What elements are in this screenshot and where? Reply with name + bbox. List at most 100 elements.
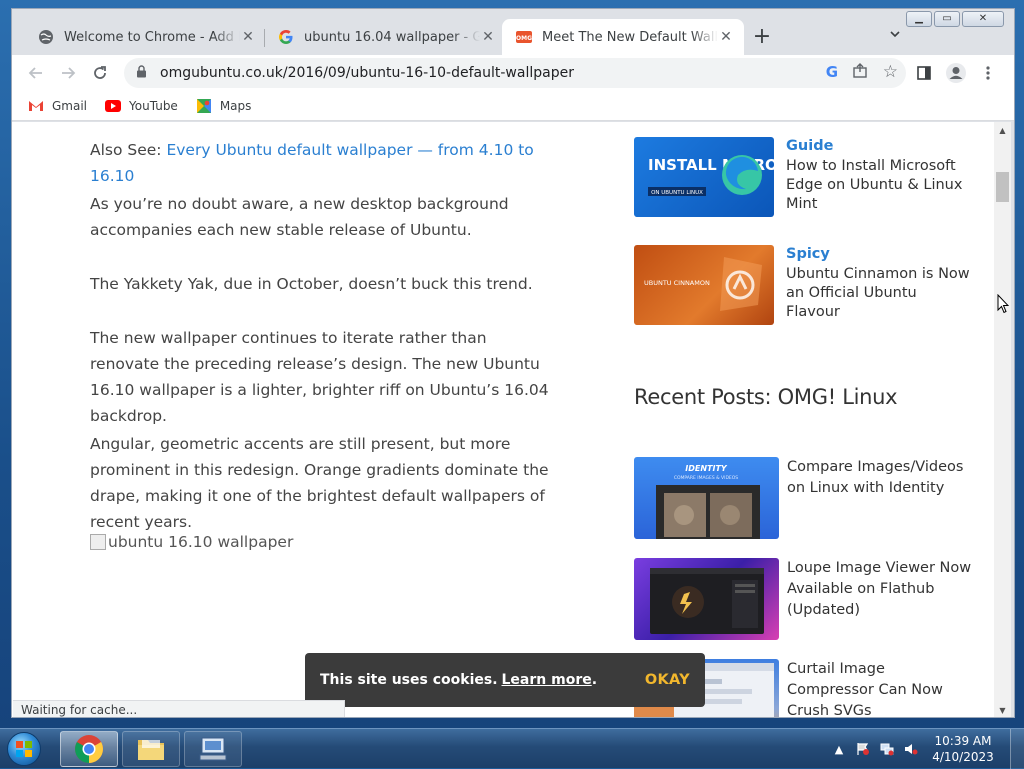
thumbnail-subtext: COMPARE IMAGES & VIDEOS	[674, 475, 738, 481]
tab-close-icon[interactable]: ✕	[480, 29, 496, 45]
clock[interactable]: 10:39 AM 4/10/2023	[926, 733, 1000, 765]
post-thumbnail[interactable]	[634, 558, 779, 640]
tab-strip: Welcome to Chrome - Add bookmarks ✕ ubun…	[12, 9, 1014, 55]
card-tag[interactable]: Guide	[786, 137, 974, 156]
remote-desktop-icon	[199, 737, 227, 761]
show-hidden-icons-arrow-icon[interactable]: ▲	[830, 741, 848, 757]
post-title[interactable]: Loupe Image Viewer Now Available on Flat…	[787, 558, 975, 621]
gmail-icon	[28, 99, 44, 113]
system-tray: ▲ 10:39 AM 4/10/2023	[830, 729, 1024, 769]
card-thumbnail[interactable]: INSTALL MICROSOFT EDGE ON UBUNTU LINUX	[634, 137, 774, 217]
maximize-button[interactable]: ▭	[934, 11, 960, 27]
broken-image-icon	[90, 534, 106, 550]
page-scrollbar[interactable]: ▲ ▼	[994, 122, 1011, 717]
svg-text:OMG: OMG	[516, 35, 532, 42]
tab-title: Welcome to Chrome - Add bookmarks	[64, 29, 240, 45]
tab-google-search[interactable]: ubuntu 16.04 wallpaper - Google Search ✕	[264, 19, 506, 55]
omg-favicon-icon: OMG	[516, 29, 532, 45]
youtube-icon	[105, 99, 122, 113]
learn-more-link[interactable]: Learn more	[502, 672, 592, 688]
card-text[interactable]: Spicy Ubuntu Cinnamon is Now an Official…	[786, 245, 974, 322]
thumbnail-text: UBUNTU CINNAMON	[644, 279, 710, 287]
network-icon[interactable]	[878, 741, 896, 757]
scroll-down-arrow-icon[interactable]: ▼	[994, 702, 1011, 717]
lock-icon[interactable]	[136, 65, 150, 81]
paragraph: The Yakkety Yak, due in October, doesn’t…	[90, 275, 533, 293]
back-arrow-icon[interactable]	[24, 61, 48, 85]
also-see-line: Also See: Every Ubuntu default wallpaper…	[90, 137, 560, 189]
paragraph: The new wallpaper continues to iterate r…	[90, 329, 549, 425]
desktop: Welcome to Chrome - Add bookmarks ✕ ubun…	[0, 0, 1024, 769]
card-tag[interactable]: Spicy	[786, 245, 974, 264]
new-tab-plus-icon[interactable]: +	[750, 26, 774, 50]
status-bubble: Waiting for cache...	[13, 700, 345, 717]
taskbar-remote-desktop-button[interactable]	[184, 731, 242, 767]
bookmark-label: YouTube	[129, 98, 178, 113]
volume-muted-icon[interactable]	[902, 741, 920, 757]
clock-time: 10:39 AM	[934, 734, 992, 748]
post-title[interactable]: Curtail Image Compressor Can Now Crush S…	[787, 659, 975, 717]
chrome-window: Welcome to Chrome - Add bookmarks ✕ ubun…	[11, 8, 1015, 718]
google-icon	[278, 29, 294, 45]
profile-avatar-icon[interactable]	[944, 61, 968, 85]
taskbar-chrome-button[interactable]	[60, 731, 118, 767]
also-see-prefix: Also See:	[90, 141, 162, 159]
tab-close-icon[interactable]: ✕	[718, 29, 734, 45]
forward-arrow-icon[interactable]	[56, 61, 80, 85]
maps-icon	[196, 98, 212, 113]
broken-image-alt: ubuntu 16.10 wallpaper	[108, 533, 294, 551]
tab-title: ubuntu 16.04 wallpaper - Google Search	[304, 29, 480, 45]
tab-title: Meet The New Default Wallpaper	[542, 29, 718, 45]
url-text: omgubuntu.co.uk/2016/09/ubuntu-16-10-def…	[160, 65, 574, 81]
mouse-cursor-icon	[997, 294, 1009, 314]
side-panel-icon[interactable]	[912, 61, 936, 85]
web-page: Also See: Every Ubuntu default wallpaper…	[12, 122, 994, 717]
bookmark-label: Maps	[219, 98, 252, 113]
tab-omgubuntu[interactable]: OMG Meet The New Default Wallpaper ✕	[502, 19, 744, 55]
globe-icon	[38, 29, 54, 45]
thumbnail-text: IDENTITY	[685, 464, 728, 473]
bookmark-star-icon[interactable]: ☆	[883, 62, 898, 82]
card-thumbnail[interactable]: UBUNTU CINNAMON	[634, 245, 774, 325]
address-bar[interactable]: omgubuntu.co.uk/2016/09/ubuntu-16-10-def…	[124, 58, 906, 88]
start-button[interactable]	[4, 730, 44, 768]
post-thumbnail[interactable]: IDENTITY COMPARE IMAGES & VIDEOS	[634, 457, 779, 539]
recent-posts-heading: Recent Posts: OMG! Linux	[634, 385, 898, 409]
google-lens-icon[interactable]: G	[826, 63, 838, 81]
taskbar: ▲ 10:39 AM 4/10/2023	[0, 728, 1024, 769]
action-center-flag-icon[interactable]	[854, 741, 872, 757]
chrome-icon	[75, 735, 103, 763]
close-window-button[interactable]: ✕	[962, 11, 1004, 27]
tab-welcome[interactable]: Welcome to Chrome - Add bookmarks ✕	[24, 19, 266, 55]
bookmark-youtube[interactable]: YouTube	[105, 99, 178, 113]
card-text[interactable]: Guide How to Install Microsoft Edge on U…	[786, 137, 974, 214]
window-controls: ▁ ▭ ✕	[904, 11, 1004, 27]
kebab-menu-icon[interactable]	[976, 61, 1000, 85]
minimize-button[interactable]: ▁	[906, 11, 932, 27]
paragraph: As you’re no doubt aware, a new desktop …	[90, 195, 509, 239]
cookie-okay-button[interactable]: OKAY	[645, 672, 690, 688]
post-title[interactable]: Compare Images/Videos on Linux with Iden…	[787, 457, 975, 499]
cookie-text: This site uses cookies.	[320, 672, 498, 688]
bookmark-maps[interactable]: Maps	[196, 98, 252, 113]
reload-icon[interactable]	[88, 61, 112, 85]
show-desktop-button[interactable]	[1010, 729, 1024, 769]
clock-date: 4/10/2023	[932, 750, 994, 764]
bookmark-gmail[interactable]: Gmail	[28, 99, 87, 113]
bookmarks-bar: Gmail YouTube Maps	[12, 91, 1014, 121]
broken-image: ubuntu 16.10 wallpaper	[90, 529, 293, 555]
card-title[interactable]: Ubuntu Cinnamon is Now an Official Ubunt…	[786, 266, 970, 320]
scroll-up-arrow-icon[interactable]: ▲	[994, 122, 1011, 139]
scrollbar-thumb[interactable]	[996, 172, 1009, 202]
share-icon[interactable]	[852, 63, 868, 83]
cookie-suffix: .	[591, 672, 598, 688]
tab-close-icon[interactable]: ✕	[240, 29, 256, 45]
bookmark-label: Gmail	[52, 98, 88, 113]
folder-icon	[138, 740, 164, 760]
thumbnail-subtext: ON UBUNTU LINUX	[651, 190, 703, 196]
windows-logo-icon	[7, 732, 41, 766]
cookie-banner: This site uses cookies. Learn more. OKAY	[305, 653, 705, 707]
tab-search-chevron-icon[interactable]	[884, 27, 906, 49]
taskbar-explorer-button[interactable]	[122, 731, 180, 767]
card-title[interactable]: How to Install Microsoft Edge on Ubuntu …	[786, 158, 962, 212]
